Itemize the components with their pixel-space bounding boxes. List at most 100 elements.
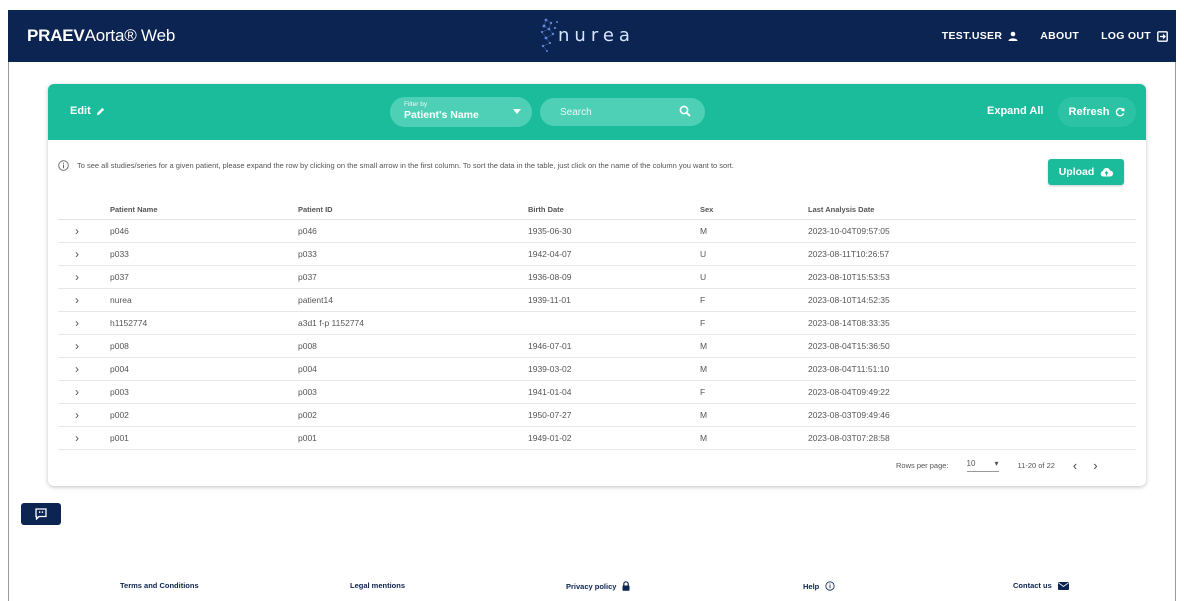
cell-last-analysis-date: 2023-10-04T09:57:05 [808, 219, 1136, 243]
table-row: › p002 p002 1950-07-27 M 2023-08-03T09:4… [58, 403, 1136, 427]
feedback-button[interactable] [21, 503, 61, 525]
lock-icon [622, 581, 630, 591]
card-toolbar: Edit Filter by Patient's Name Expand All… [48, 84, 1146, 140]
cell-sex: F [700, 288, 808, 312]
app-title[interactable]: PRAEVAorta® Web [27, 26, 175, 46]
cell-patient-id: p002 [298, 403, 528, 427]
app-title-bold: PRAEV [27, 26, 85, 45]
info-message: To see all studies/series for a given pa… [58, 160, 734, 171]
cell-patient-id: a3d1 f-p 1152774 [298, 311, 528, 335]
rows-per-page-select[interactable]: 10 ▾ [966, 459, 999, 472]
cell-patient-id: p008 [298, 334, 528, 358]
cell-last-analysis-date: 2023-08-03T09:49:46 [808, 403, 1136, 427]
column-header-patient-id[interactable]: Patient ID [298, 201, 528, 220]
pencil-icon [96, 107, 104, 115]
cell-birth-date: 1950-07-27 [528, 403, 700, 427]
page-range: 11-20 of 22 [1017, 461, 1055, 470]
caret-down-icon: ▾ [994, 459, 999, 468]
cell-patient-name: p004 [110, 357, 298, 381]
expand-all-button[interactable]: Expand All [987, 105, 1043, 117]
cell-sex: F [700, 380, 808, 404]
legal-link[interactable]: Legal mentions [350, 581, 405, 590]
info-icon [58, 160, 69, 171]
cell-patient-name: p008 [110, 334, 298, 358]
search-icon[interactable] [679, 105, 691, 117]
upload-label: Upload [1058, 166, 1095, 178]
chevron-right-icon[interactable]: › [75, 362, 79, 376]
chevron-right-icon[interactable]: › [75, 316, 79, 330]
filter-select[interactable]: Filter by Patient's Name [390, 97, 532, 127]
table-row: › p001 p001 1949-01-02 M 2023-08-03T07:2… [58, 426, 1136, 450]
cell-last-analysis-date: 2023-08-03T07:28:58 [808, 426, 1136, 450]
chevron-right-icon[interactable]: › [75, 339, 79, 353]
table-row: › p037 p037 1936-08-09 U 2023-08-10T15:5… [58, 265, 1136, 289]
search-box [540, 98, 705, 126]
table-header-row: Patient Name Patient ID Birth Date Sex L… [58, 201, 1136, 220]
cell-birth-date [528, 311, 700, 335]
column-header-last-analysis-date[interactable]: Last Analysis Date [808, 201, 1136, 220]
edit-button[interactable]: Edit [70, 105, 105, 117]
search-input[interactable] [540, 98, 670, 126]
refresh-icon [1116, 107, 1125, 117]
refresh-button[interactable]: Refresh [1058, 97, 1136, 127]
cell-birth-date: 1949-01-02 [528, 426, 700, 450]
chevron-right-icon[interactable]: › [75, 270, 79, 284]
cell-last-analysis-date: 2023-08-04T11:51:10 [808, 357, 1136, 381]
privacy-label: Privacy policy [566, 581, 617, 591]
logout-button[interactable]: LOG OUT [1101, 30, 1168, 42]
cell-patient-name: nurea [110, 288, 298, 312]
privacy-link[interactable]: Privacy policy [566, 581, 630, 591]
cell-patient-id: p004 [298, 357, 528, 381]
user-icon [1008, 31, 1018, 41]
logout-label: LOG OUT [1101, 30, 1151, 42]
cell-birth-date: 1942-04-07 [528, 242, 700, 266]
cell-sex: M [700, 403, 808, 427]
cell-patient-name: p003 [110, 380, 298, 404]
cell-patient-name: p033 [110, 242, 298, 266]
chevron-right-icon[interactable]: › [75, 293, 79, 307]
rows-per-page-value: 10 [966, 459, 976, 468]
cell-birth-date: 1941-01-04 [528, 380, 700, 404]
cell-sex: M [700, 357, 808, 381]
cell-patient-id: patient14 [298, 288, 528, 312]
logo-text: nurea [558, 25, 635, 46]
chevron-right-icon[interactable]: › [75, 224, 79, 238]
column-header-sex[interactable]: Sex [700, 201, 808, 220]
cell-sex: F [700, 311, 808, 335]
cell-sex: M [700, 426, 808, 450]
table-row: › p004 p004 1939-03-02 M 2023-08-04T11:5… [58, 357, 1136, 381]
contact-link[interactable]: Contact us [1013, 581, 1069, 590]
info-icon [825, 581, 835, 591]
column-header-birth-date[interactable]: Birth Date [528, 201, 700, 220]
previous-page-icon[interactable]: ‹ [1073, 458, 1077, 473]
rows-per-page-label: Rows per page: [896, 461, 949, 470]
cell-patient-name: p046 [110, 219, 298, 243]
next-page-icon[interactable]: › [1093, 458, 1097, 473]
filter-label: Filter by [404, 101, 428, 108]
top-links: TEST.USER ABOUT LOG OUT [942, 10, 1176, 62]
cell-sex: M [700, 219, 808, 243]
upload-button[interactable]: Upload [1048, 159, 1124, 185]
feedback-icon [35, 508, 47, 520]
cell-patient-id: p003 [298, 380, 528, 404]
chevron-right-icon[interactable]: › [75, 385, 79, 399]
app-title-rest: Aorta® Web [84, 26, 176, 45]
chevron-right-icon[interactable]: › [75, 431, 79, 445]
cell-sex: U [700, 265, 808, 289]
mail-icon [1057, 581, 1069, 590]
table-row: › p003 p003 1941-01-04 F 2023-08-04T09:4… [58, 380, 1136, 404]
table-row: › p033 p033 1942-04-07 U 2023-08-11T10:2… [58, 242, 1136, 266]
column-header-patient-name[interactable]: Patient Name [110, 201, 298, 220]
user-menu[interactable]: TEST.USER [942, 30, 1018, 42]
chevron-right-icon[interactable]: › [75, 247, 79, 261]
cloud-upload-icon [1101, 168, 1114, 177]
cell-last-analysis-date: 2023-08-14T08:33:35 [808, 311, 1136, 335]
cell-last-analysis-date: 2023-08-11T10:26:57 [808, 242, 1136, 266]
cell-patient-name: p002 [110, 403, 298, 427]
terms-link[interactable]: Terms and Conditions [120, 581, 199, 590]
help-link[interactable]: Help [803, 581, 835, 591]
chevron-right-icon[interactable]: › [75, 408, 79, 422]
cell-patient-id: p033 [298, 242, 528, 266]
top-navigation-bar: PRAEVAorta® Web nurea TEST.USER ABOUT LO… [8, 10, 1176, 62]
about-link[interactable]: ABOUT [1040, 30, 1079, 42]
